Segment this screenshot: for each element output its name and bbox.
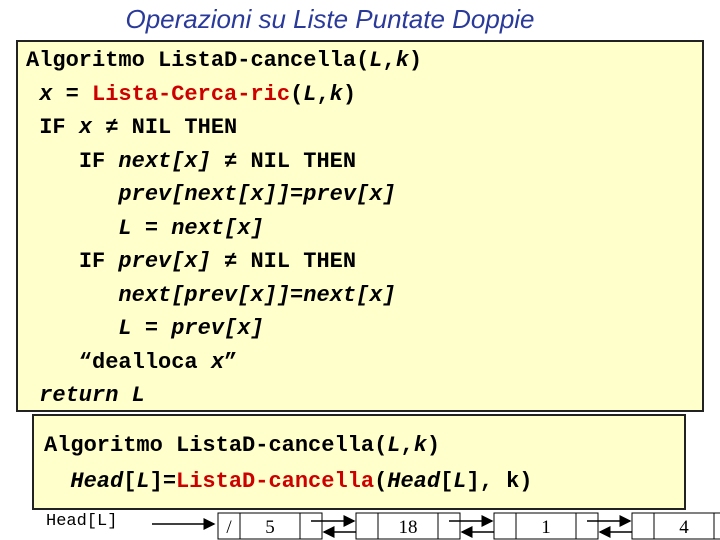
algo1-token: Algoritmo Lista — [26, 48, 225, 73]
algo2-token: L — [387, 433, 401, 458]
algo1-token: , — [382, 48, 396, 73]
list-node-key: 5 — [265, 517, 275, 538]
algo1-token: ( — [290, 81, 304, 107]
algo1-token: ≠ NIL THEN — [92, 115, 238, 140]
algo2-token: -cancella( — [255, 433, 388, 458]
list-node: /5 — [217, 512, 323, 540]
algo1-line: Algoritmo ListaD-cancella(L,k) — [26, 44, 702, 78]
algo1-line: return L — [26, 379, 702, 413]
list-svg: /51814/ — [152, 512, 720, 540]
algo2-token: , — [400, 433, 414, 458]
list-node-key: 4 — [679, 517, 689, 538]
algo1-line: prev[next[x]]=prev[x] — [26, 178, 702, 212]
algo1-line: x = Lista-Cerca-ric(L,k) — [26, 78, 702, 112]
algo2-token: ( — [374, 469, 388, 494]
algo2-token: D — [242, 433, 256, 458]
algo1-line: L = next[x] — [26, 212, 702, 246]
algo2-token: Algoritmo Lista — [44, 433, 243, 458]
algo1-line: next[prev[x]]=next[x] — [26, 279, 702, 313]
algo1-token: x — [210, 349, 225, 375]
algo1-token: ” — [224, 349, 238, 375]
algo1-token: x — [78, 115, 93, 140]
algo1-line: IF x ≠ NIL THEN — [26, 111, 702, 145]
algo1-token: prev[x] — [118, 249, 211, 274]
algo1-token: D — [224, 48, 238, 73]
list-node: 18 — [355, 512, 461, 540]
algo1-token: k — [395, 48, 409, 73]
algo1-token: next[x] — [118, 148, 211, 174]
algo1-token: -cancella( — [237, 48, 370, 73]
algo1-token: IF — [39, 115, 79, 140]
list-node-key: 18 — [399, 517, 418, 538]
list-node-key: 1 — [541, 517, 551, 538]
slide-title: Operazioni su Liste Puntate Doppie — [125, 4, 535, 34]
list-node: 1 — [493, 512, 599, 540]
wrapper-algorithm-box: Algoritmo ListaD-cancella(L,k) Head[L]=L… — [32, 414, 686, 510]
algo2-token: ) — [426, 433, 441, 458]
algo1-line: IF prev[x] ≠ NIL THEN — [26, 245, 702, 279]
algo1-token: next[prev[x]]=next[x] — [118, 282, 396, 308]
list-node-prev: / — [226, 517, 232, 538]
algo1-token: L = prev[x] — [118, 316, 264, 341]
algorithm-box: Algoritmo ListaD-cancella(L,k) x = Lista… — [16, 40, 704, 412]
algo2-token: Head — [70, 469, 124, 494]
algo1-token: L — [303, 81, 317, 107]
algo2-line: Head[L]=ListaD-cancella(Head[L], k) — [44, 464, 684, 500]
doubly-linked-list-diagram: Head[L] /51814/ — [0, 510, 720, 540]
algo2-token: Head — [387, 469, 441, 494]
algo1-token: prev[next[x]]=prev[x] — [118, 182, 396, 207]
algo2-token: ]= — [149, 469, 177, 494]
algo1-token: IF — [78, 148, 119, 174]
algo1-token: L = next[x] — [118, 215, 264, 241]
algo2-token: [ — [440, 469, 454, 494]
algo1-token: k — [329, 81, 343, 107]
algo1-token: ) — [408, 48, 423, 73]
algo2-token: ListaD-cancella — [176, 469, 375, 494]
algo1-token: = — [52, 81, 93, 107]
algo1-token: IF — [78, 249, 119, 274]
algo1-line: L = prev[x] — [26, 312, 702, 346]
algo1-token: , — [316, 81, 330, 107]
list-node: 4/ — [631, 512, 720, 540]
algo1-token: Lista-Cerca-ric — [92, 81, 291, 107]
algo2-line: Algoritmo ListaD-cancella(L,k) — [44, 428, 684, 464]
algo2-token: L — [136, 469, 150, 494]
algo1-token: ≠ NIL THEN — [210, 249, 357, 274]
algo1-token: L — [369, 48, 383, 73]
algo2-token: [ — [123, 469, 137, 494]
algo1-line: IF next[x] ≠ NIL THEN — [26, 145, 702, 179]
algo1-token: x — [39, 81, 53, 107]
algo2-token: L — [453, 469, 467, 494]
algo1-token: “dealloca — [78, 349, 211, 375]
algo1-token: ≠ NIL THEN — [210, 148, 357, 174]
list-node-box — [631, 512, 720, 540]
algo1-token: ) — [342, 81, 357, 107]
algo1-token: return L — [39, 383, 145, 408]
algo2-token: ], k) — [466, 469, 533, 494]
algo1-line: “dealloca x” — [26, 346, 702, 380]
algo2-token: k — [413, 433, 427, 458]
